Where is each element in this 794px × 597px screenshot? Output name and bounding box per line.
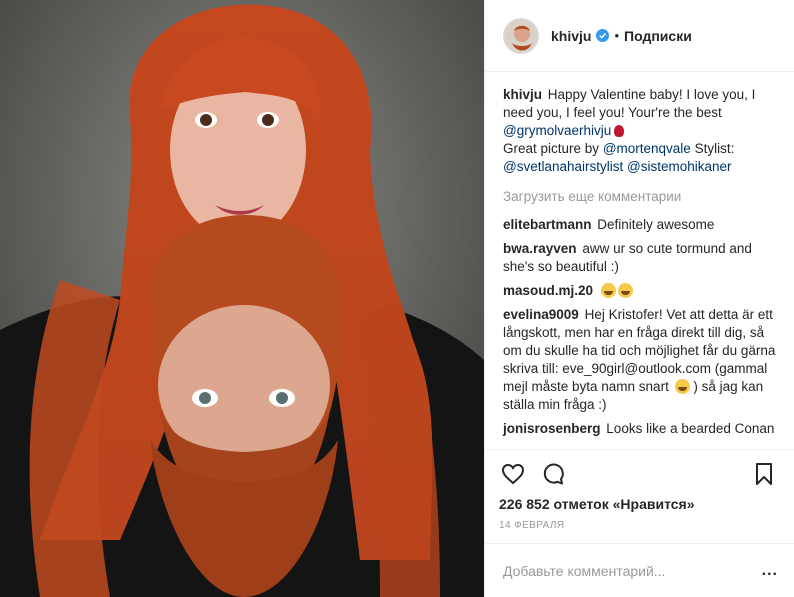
avatar[interactable] xyxy=(503,17,539,54)
comment-username[interactable]: bwa.rayven xyxy=(503,241,577,256)
laughing-emoji-icon xyxy=(617,283,633,298)
more-options-button[interactable]: ... xyxy=(762,562,778,580)
mention-link[interactable]: @sistemohikaner xyxy=(627,159,732,174)
likes-count[interactable]: 226 852 отметок «Нравится» xyxy=(499,496,778,512)
comment-username[interactable]: masoud.mj.20 xyxy=(503,283,593,298)
comment: elitebartmann Definitely awesome xyxy=(503,216,778,234)
verified-badge-icon xyxy=(596,29,610,42)
caption-text: Great picture by xyxy=(503,141,600,156)
instagram-post: khivju • Подписки khivju Happy Valentine… xyxy=(0,0,794,597)
laughing-emoji-icon xyxy=(600,283,616,298)
couple-photo-illustration xyxy=(0,0,484,597)
post-header: khivju • Подписки xyxy=(485,0,794,72)
comment-icon xyxy=(543,463,564,485)
mention-link[interactable]: @mortenqvale xyxy=(603,141,691,156)
comment-username[interactable]: evelina9009 xyxy=(503,307,579,322)
comment: evelina9009 Hej Kristofer! Vet att detta… xyxy=(503,306,778,414)
following-button[interactable]: Подписки xyxy=(624,28,692,44)
comment-button[interactable] xyxy=(539,460,567,488)
caption: khivju Happy Valentine baby! I love you,… xyxy=(503,86,778,176)
comment: bwa.rayven aww ur so cute tormund and sh… xyxy=(503,240,778,276)
mention-link[interactable]: @grymolvaerhivju xyxy=(503,123,611,138)
comment-username[interactable]: elitebartmann xyxy=(503,217,592,232)
comment-text: Looks like a bearded Conan xyxy=(606,421,775,436)
add-comment-input[interactable] xyxy=(503,562,762,579)
load-more-comments-link[interactable]: Загрузить еще комментарии xyxy=(503,188,778,206)
post-sidebar: khivju • Подписки khivju Happy Valentine… xyxy=(484,0,794,597)
grimace-emoji-icon xyxy=(674,379,690,394)
rose-emoji-icon xyxy=(614,125,625,137)
action-icons-row xyxy=(499,456,778,492)
comments-list: khivju Happy Valentine baby! I love you,… xyxy=(485,72,794,449)
add-comment-row: ... xyxy=(485,543,794,597)
post-actions: 226 852 отметок «Нравится» 14 ФЕВРАЛЯ xyxy=(485,449,794,531)
bookmark-icon xyxy=(756,463,772,485)
like-button[interactable] xyxy=(499,460,527,488)
header-separator: • xyxy=(614,28,620,43)
post-photo[interactable] xyxy=(0,0,484,597)
caption-text: Stylist: xyxy=(694,141,735,156)
comment: masoud.mj.20 xyxy=(503,282,778,300)
comment-text: Definitely awesome xyxy=(597,217,715,232)
comment: jonisrosenberg Looks like a bearded Cona… xyxy=(503,420,778,438)
save-button[interactable] xyxy=(750,460,778,488)
post-author-username[interactable]: khivju xyxy=(551,28,591,44)
mention-link[interactable]: @svetlanahairstylist xyxy=(503,159,623,174)
post-date[interactable]: 14 ФЕВРАЛЯ xyxy=(499,520,778,531)
heart-icon xyxy=(501,463,525,485)
caption-username[interactable]: khivju xyxy=(503,87,542,102)
comment-username[interactable]: jonisrosenberg xyxy=(503,421,601,436)
